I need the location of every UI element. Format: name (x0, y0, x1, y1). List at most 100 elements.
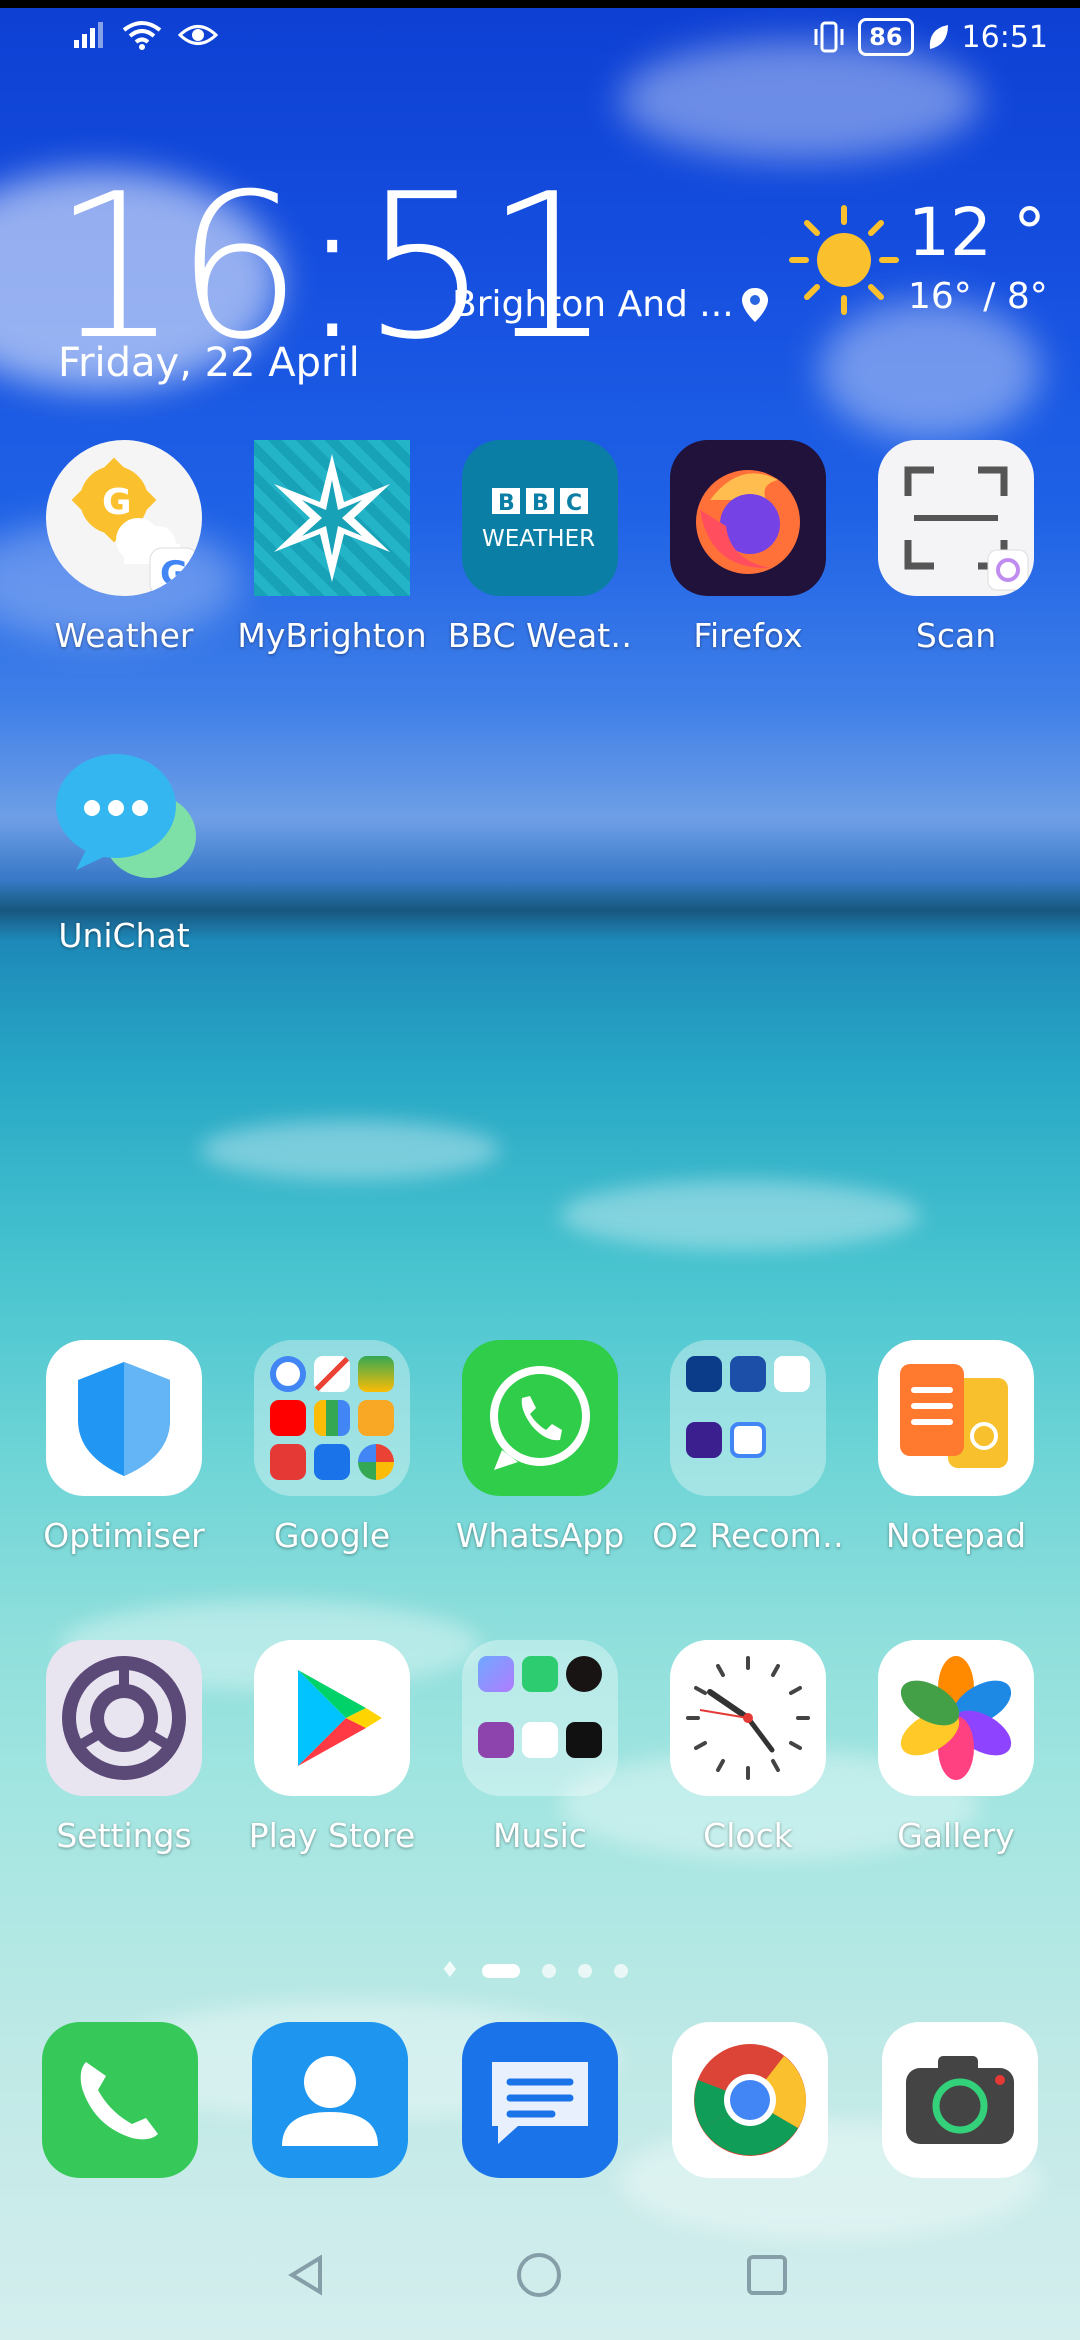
status-bar: 86 16:51 (0, 14, 1080, 70)
mybrighton-star-icon (254, 440, 410, 596)
app-notepad[interactable]: Notepad (856, 1340, 1056, 1555)
o2-icon (686, 1356, 722, 1392)
youtube-music-icon (522, 1656, 558, 1692)
widget-date[interactable]: Friday, 22 April (58, 340, 360, 386)
app-label: BBC Weat‥ (447, 616, 633, 655)
gallery-flower-icon (878, 1640, 1034, 1796)
app-play-store[interactable]: Play Store (232, 1640, 432, 1855)
dock-messages[interactable] (440, 2022, 640, 2178)
gmail-icon (314, 1356, 350, 1392)
signal-icon (74, 22, 103, 48)
play-store-icon (254, 1640, 410, 1796)
clock-icon (670, 1640, 826, 1796)
spotify-icon (566, 1656, 602, 1692)
app-unichat[interactable]: UniChat (24, 740, 224, 955)
app-mybrighton[interactable]: MyBrighton (232, 440, 432, 655)
podcasts-icon (478, 1722, 514, 1758)
gear-icon (46, 1640, 202, 1796)
bbc-weather-icon: B B C WEATHER (462, 440, 618, 596)
page-indicator[interactable]: ♦ (440, 1958, 628, 1983)
app-label: Play Store (248, 1816, 416, 1855)
widget-clock[interactable]: 16:51 (52, 168, 612, 368)
back-icon[interactable] (282, 2250, 332, 2300)
app-label: Music (493, 1816, 587, 1855)
tidal-icon (522, 1722, 558, 1758)
folder-google[interactable]: Google (232, 1340, 432, 1555)
google-weather-icon: G G (46, 440, 202, 596)
play-movies-icon (270, 1444, 306, 1480)
vibrate-icon (814, 21, 844, 53)
folder-icon (462, 1640, 618, 1796)
location-pin-icon (742, 288, 768, 322)
page-dot[interactable] (541, 1963, 556, 1978)
music-icon (478, 1656, 514, 1692)
folder-music[interactable]: Music (440, 1640, 640, 1855)
app-label: Optimiser (43, 1516, 205, 1555)
folder-icon (670, 1340, 826, 1496)
top-edge (0, 0, 1080, 8)
navigation-bar (0, 2240, 1080, 2340)
shield-icon (46, 1340, 202, 1496)
svg-text:WEATHER: WEATHER (482, 526, 595, 552)
firefox-icon (670, 440, 826, 596)
app-clock[interactable]: Clock (648, 1640, 848, 1855)
folder-icon (254, 1340, 410, 1496)
wallpaper-cloud (820, 300, 1040, 440)
app-optimiser[interactable]: Optimiser (24, 1340, 224, 1555)
app-label: O2 Recom‥ (652, 1516, 844, 1555)
app-label: UniChat (58, 916, 190, 955)
wifi-icon (122, 21, 162, 50)
docs-icon (730, 1422, 766, 1458)
amazon-music-icon (686, 1422, 722, 1458)
dock-contacts[interactable] (230, 2022, 430, 2178)
app-settings[interactable]: Settings (24, 1640, 224, 1855)
page-dot[interactable] (613, 1963, 628, 1978)
widget-temperature[interactable]: 12 ° (908, 200, 1046, 266)
app-gallery[interactable]: Gallery (856, 1640, 1056, 1855)
dock-phone[interactable] (20, 2022, 220, 2178)
battery-indicator: 86 (858, 18, 914, 56)
dock-chrome[interactable] (650, 2022, 850, 2178)
google-icon (270, 1356, 306, 1392)
play-games-icon (358, 1400, 394, 1436)
chat-bubble-icon (46, 740, 202, 896)
svg-text:B: B (532, 491, 549, 516)
drive-icon (314, 1400, 350, 1436)
contacts-icon (252, 2022, 408, 2178)
scan-icon (878, 440, 1034, 596)
widget-temperature-range: 16° / 8° (908, 276, 1048, 317)
recents-icon[interactable] (742, 2250, 792, 2300)
app-label: Gallery (897, 1816, 1015, 1855)
app-bbc-weather[interactable]: B B C WEATHER BBC Weat‥ (440, 440, 640, 655)
page-dot[interactable] (577, 1963, 592, 1978)
svg-text:G: G (160, 554, 188, 594)
hint-bulb-icon: ♦ (440, 1958, 460, 1983)
app-firefox[interactable]: Firefox (648, 440, 848, 655)
folder-o2-recommended[interactable]: O2 Recom‥ (648, 1340, 848, 1555)
page-dot-active[interactable] (481, 1963, 520, 1978)
home-icon[interactable] (514, 2250, 564, 2300)
svg-text:C: C (566, 491, 582, 516)
o2-priority-icon (730, 1356, 766, 1392)
photos-icon (358, 1444, 394, 1480)
app-scan[interactable]: Scan (856, 440, 1056, 655)
sun-weather-icon[interactable] (784, 200, 904, 320)
whatsapp-icon (462, 1340, 618, 1496)
wallpaper-ripple (200, 1120, 500, 1180)
svg-text:B: B (498, 491, 515, 516)
chrome-icon (672, 2022, 828, 2178)
phone-icon (42, 2022, 198, 2178)
eye-comfort-icon (178, 25, 218, 45)
app-weather[interactable]: G G Weather (24, 440, 224, 655)
svg-text:G: G (102, 482, 132, 523)
app-label: Clock (703, 1816, 793, 1855)
youtube-icon (270, 1400, 306, 1436)
widget-location[interactable]: Brighton And ... (452, 284, 734, 325)
app-label: Settings (56, 1816, 192, 1855)
messages-icon (462, 2022, 618, 2178)
dock-camera[interactable] (860, 2022, 1060, 2178)
wallpaper-ripple (560, 1180, 920, 1250)
app-whatsapp[interactable]: WhatsApp (440, 1340, 640, 1555)
app-label: Google (273, 1516, 391, 1555)
app-label: Notepad (885, 1516, 1027, 1555)
